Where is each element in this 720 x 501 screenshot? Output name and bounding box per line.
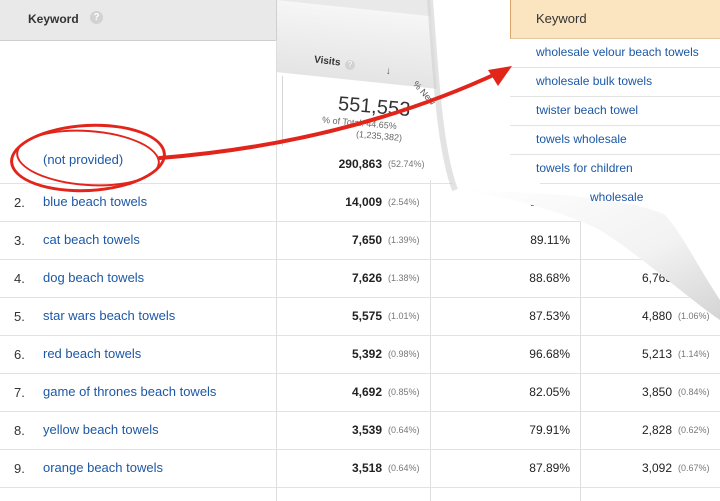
- annotation-arrow: [158, 66, 512, 160]
- annotation-arrow-line: [158, 70, 502, 160]
